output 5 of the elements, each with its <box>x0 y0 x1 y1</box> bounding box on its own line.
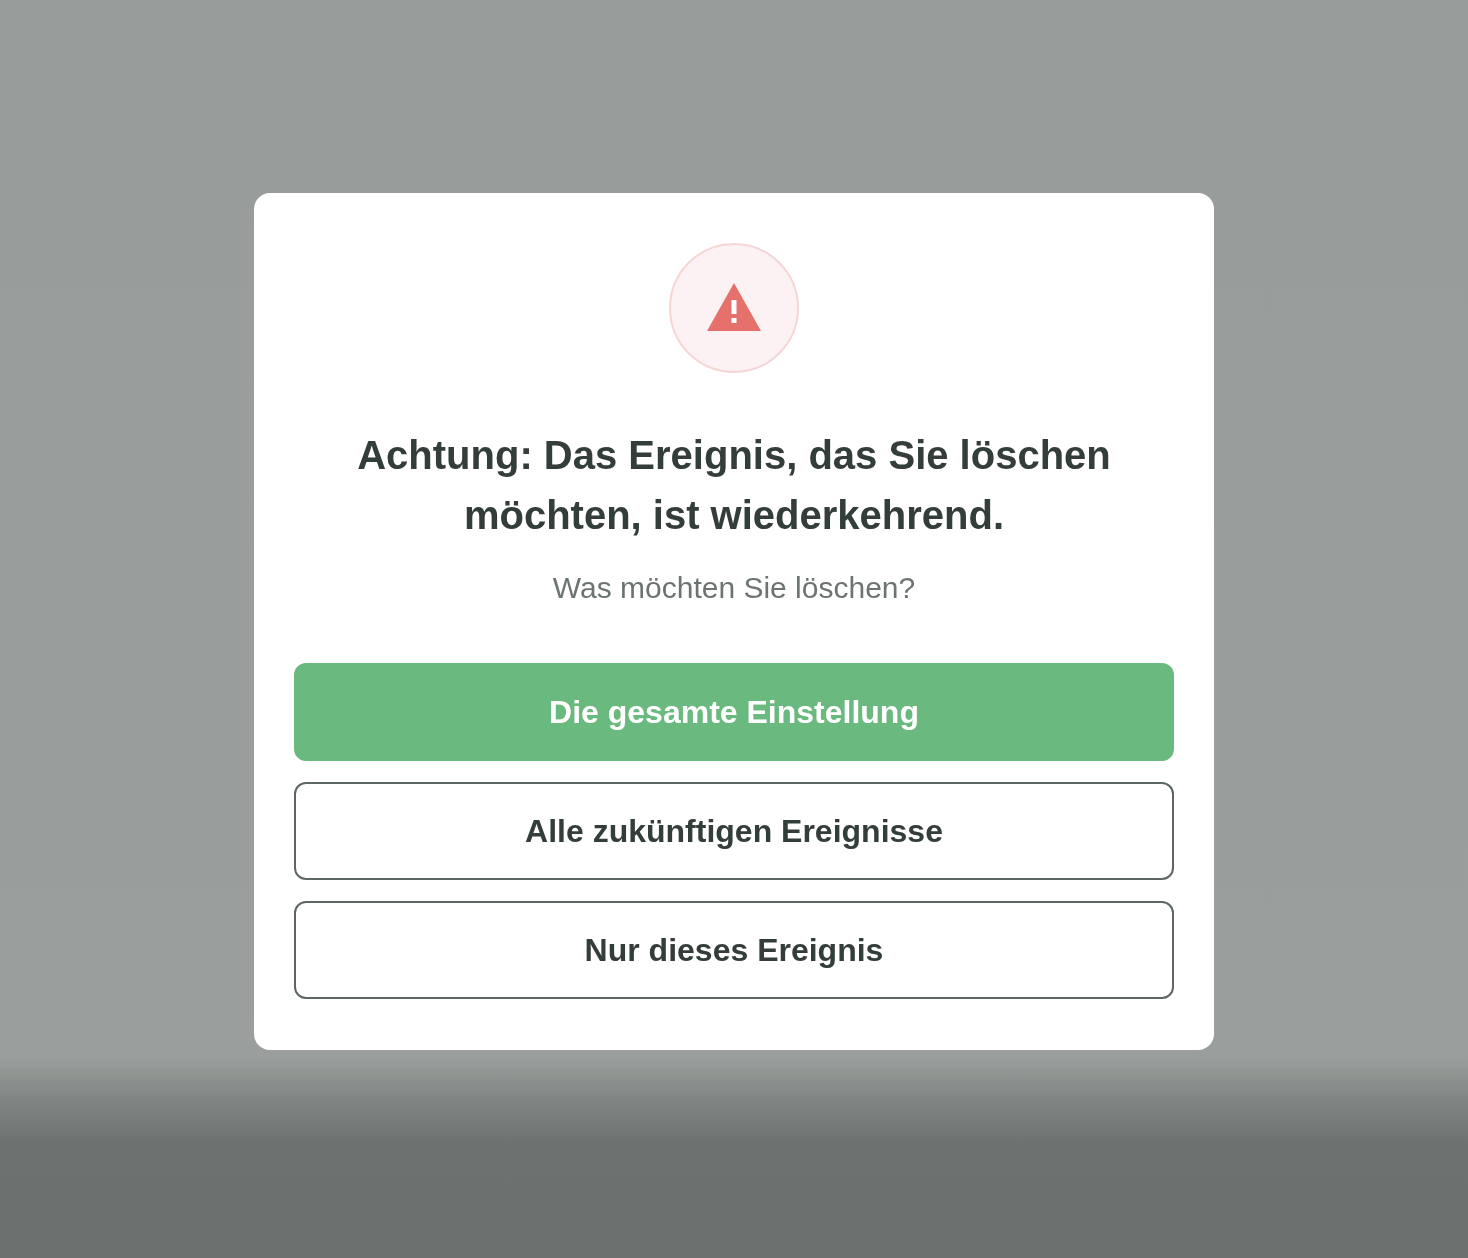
dialog-title: Achtung: Das Ereignis, das Sie löschen möchten, ist wiederkehrend. <box>356 432 1112 539</box>
warning-icon <box>669 243 799 373</box>
option-button[interactable]: Nur dieses Ereignis <box>294 901 1174 999</box>
option-button[interactable]: Alle zukünftigen Ereignisse <box>294 782 1174 880</box>
dialog-subtitle: Was möchten Sie löschen? <box>552 570 916 606</box>
